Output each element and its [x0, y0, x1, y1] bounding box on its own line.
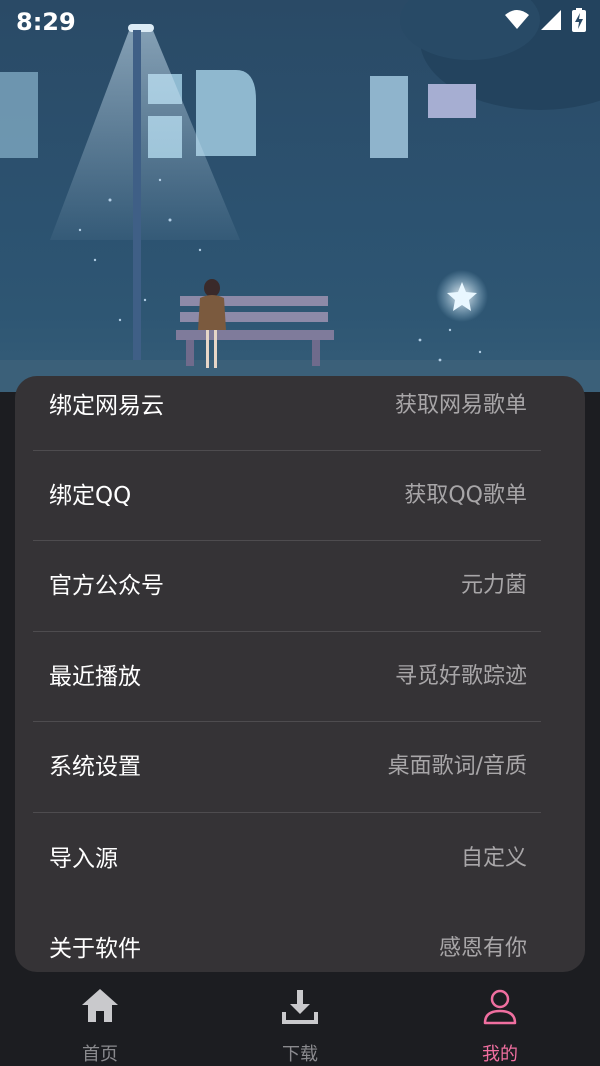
menu-item-value: 元力菌	[460, 573, 527, 598]
menu-card: 绑定网易云 获取网易歌单 绑定QQ 获取QQ歌单 官方公众号 元力菌 最近播放 …	[15, 376, 585, 972]
home-icon	[82, 989, 118, 1022]
tab-label: 我的	[482, 1044, 518, 1065]
header-illustration	[0, 0, 600, 392]
menu-item-import-source[interactable]: 导入源 自定义	[15, 814, 585, 904]
tab-label: 首页	[82, 1044, 118, 1065]
menu-item-bind-netease[interactable]: 绑定网易云 获取网易歌单	[15, 376, 585, 451]
menu-item-label: 官方公众号	[49, 573, 164, 599]
battery-charging-icon	[572, 8, 586, 32]
tab-label: 下载	[282, 1044, 318, 1065]
menu-item-system-settings[interactable]: 系统设置 桌面歌词/音质	[15, 722, 585, 812]
menu-item-value: 获取网易歌单	[394, 393, 527, 418]
night-scene-illustration	[0, 0, 600, 392]
menu-item-value: 自定义	[460, 846, 527, 871]
tab-mine[interactable]: 我的	[440, 972, 560, 1066]
cellular-signal-icon	[541, 10, 561, 30]
divider	[33, 812, 541, 813]
wifi-icon	[505, 10, 529, 29]
menu-item-value: 获取QQ歌单	[404, 483, 527, 508]
menu-item-recent-plays[interactable]: 最近播放 寻觅好歌踪迹	[15, 632, 585, 722]
menu-item-bind-qq[interactable]: 绑定QQ 获取QQ歌单	[15, 451, 585, 541]
menu-item-label: 绑定QQ	[49, 483, 132, 509]
menu-item-value: 寻觅好歌踪迹	[394, 664, 527, 689]
menu-item-about[interactable]: 关于软件 感恩有你	[15, 904, 585, 972]
status-bar: 8:29	[0, 0, 600, 48]
menu-item-label: 系统设置	[49, 754, 141, 780]
menu-item-value: 感恩有你	[438, 936, 527, 961]
bottom-tab-bar: 首页 下载 我的	[0, 972, 600, 1066]
user-icon	[483, 989, 517, 1025]
download-icon	[282, 990, 318, 1024]
menu-item-label: 绑定网易云	[49, 393, 164, 419]
menu-item-label: 关于软件	[49, 936, 141, 962]
menu-item-value: 桌面歌词/音质	[387, 754, 527, 779]
tab-download[interactable]: 下载	[240, 972, 360, 1066]
tab-home[interactable]: 首页	[40, 972, 160, 1066]
menu-item-label: 导入源	[49, 846, 118, 872]
status-time: 8:29	[16, 8, 76, 36]
menu-item-official-account[interactable]: 官方公众号 元力菌	[15, 541, 585, 631]
menu-item-label: 最近播放	[49, 664, 141, 690]
